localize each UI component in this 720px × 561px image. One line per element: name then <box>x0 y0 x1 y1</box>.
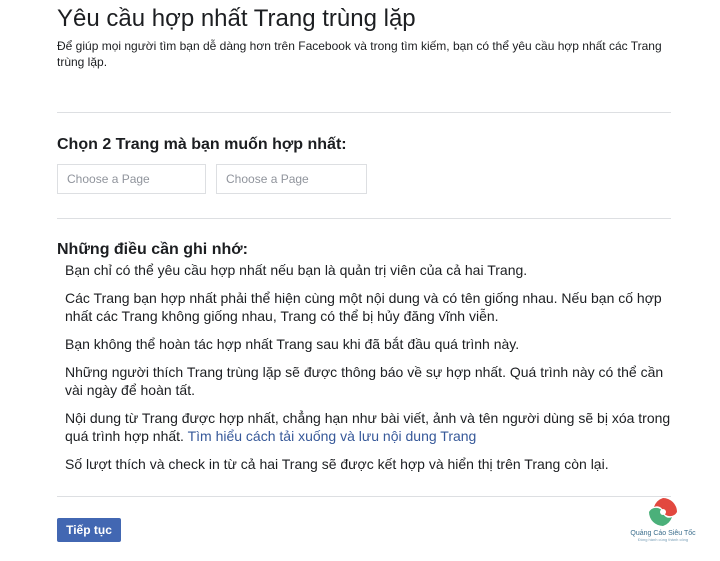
page-picker-2[interactable] <box>216 164 367 194</box>
intro-text: Để giúp mọi người tìm bạn dễ dàng hơn tr… <box>57 39 662 69</box>
note-item: Số lượt thích và check in từ cả hai Tran… <box>65 455 671 473</box>
note-item: Bạn không thể hoàn tác hợp nhất Trang sa… <box>65 335 671 353</box>
note-text: Các Trang bạn hợp nhất phải thể hiện cùn… <box>65 290 662 324</box>
swirl-logo-icon <box>649 498 677 526</box>
divider <box>57 112 671 113</box>
divider <box>57 496 671 497</box>
note-text: Bạn chỉ có thể yêu cầu hợp nhất nếu bạn … <box>65 262 528 278</box>
page-title: Yêu cầu hợp nhất Trang trùng lặp <box>57 5 416 32</box>
note-item: Những người thích Trang trùng lặp sẽ đượ… <box>65 363 671 399</box>
watermark-name: Quảng Cáo Siêu Tốc <box>630 530 696 537</box>
note-text: Bạn không thể hoàn tác hợp nhất Trang sa… <box>65 336 520 352</box>
watermark-tagline: Đồng hành cùng thành công <box>637 537 689 542</box>
notes-heading: Những điều cần ghi nhớ: <box>57 241 248 258</box>
download-content-link[interactable]: Tìm hiểu cách tải xuống và lưu nội dung … <box>188 428 477 444</box>
note-item: Các Trang bạn hợp nhất phải thể hiện cùn… <box>65 289 671 325</box>
note-item: Nội dung từ Trang được hợp nhất, chẳng h… <box>65 409 671 445</box>
note-text: Những người thích Trang trùng lặp sẽ đượ… <box>65 364 664 398</box>
select-pages-heading: Chọn 2 Trang mà bạn muốn hợp nhất: <box>57 136 347 153</box>
continue-button[interactable]: Tiếp tục <box>57 518 121 542</box>
divider <box>57 218 671 219</box>
watermark-logo: Quảng Cáo Siêu Tốc Đồng hành cùng thành … <box>618 495 708 551</box>
page-picker-1[interactable] <box>57 164 206 194</box>
note-item: Bạn chỉ có thể yêu cầu hợp nhất nếu bạn … <box>65 261 671 279</box>
notes-list: Bạn chỉ có thể yêu cầu hợp nhất nếu bạn … <box>65 261 671 483</box>
note-text: Số lượt thích và check in từ cả hai Tran… <box>65 456 609 472</box>
